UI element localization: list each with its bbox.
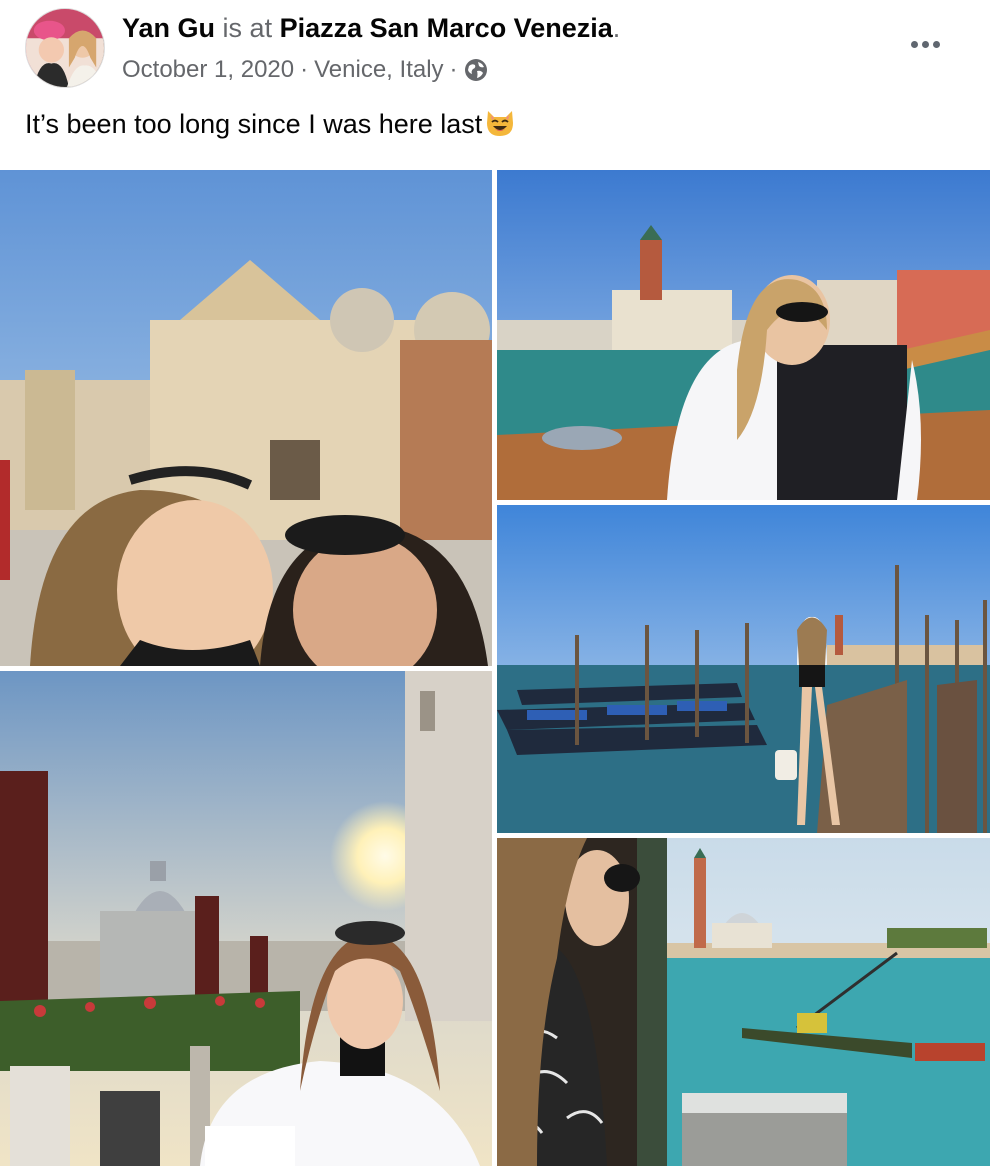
author-name-link[interactable]: Yan Gu: [122, 13, 215, 43]
photo-santa-maria-della-salute-sunset[interactable]: [0, 671, 492, 1166]
more-dot: [910, 40, 918, 48]
photo-gondolas-pier[interactable]: [497, 505, 990, 833]
post-date-link[interactable]: October 1, 2020: [122, 55, 294, 85]
photo-san-giorgio-maggiore-view[interactable]: [497, 838, 990, 1166]
more-dot: [921, 40, 929, 48]
photo-st-marks-basilica-selfie[interactable]: [0, 170, 492, 666]
post-header-title: Yan Gu is at Piazza San Marco Venezia.: [122, 12, 620, 44]
place-name-link[interactable]: Piazza San Marco Venezia: [280, 13, 613, 43]
photo-boat-doges-palace[interactable]: [497, 170, 990, 500]
period-text: .: [612, 13, 621, 43]
more-dot: [932, 40, 940, 48]
is-at-text: is at: [222, 13, 273, 43]
meta-separator-2: ·: [449, 56, 458, 83]
post-header: Yan Gu is at Piazza San Marco Venezia. O…: [0, 0, 990, 100]
more-options-button[interactable]: [900, 26, 950, 62]
avatar-image: [26, 9, 104, 87]
post-meta: October 1, 2020 · Venice, Italy ·: [122, 55, 488, 85]
post-text: It’s been too long since I was here last: [25, 106, 516, 142]
globe-icon[interactable]: [464, 58, 488, 82]
post-message: It’s been too long since I was here last: [25, 109, 483, 139]
post-location-link[interactable]: Venice, Italy: [314, 55, 443, 85]
smiling-cat-emoji-icon: [484, 107, 516, 139]
avatar[interactable]: [25, 8, 105, 88]
meta-separator: ·: [300, 56, 309, 83]
